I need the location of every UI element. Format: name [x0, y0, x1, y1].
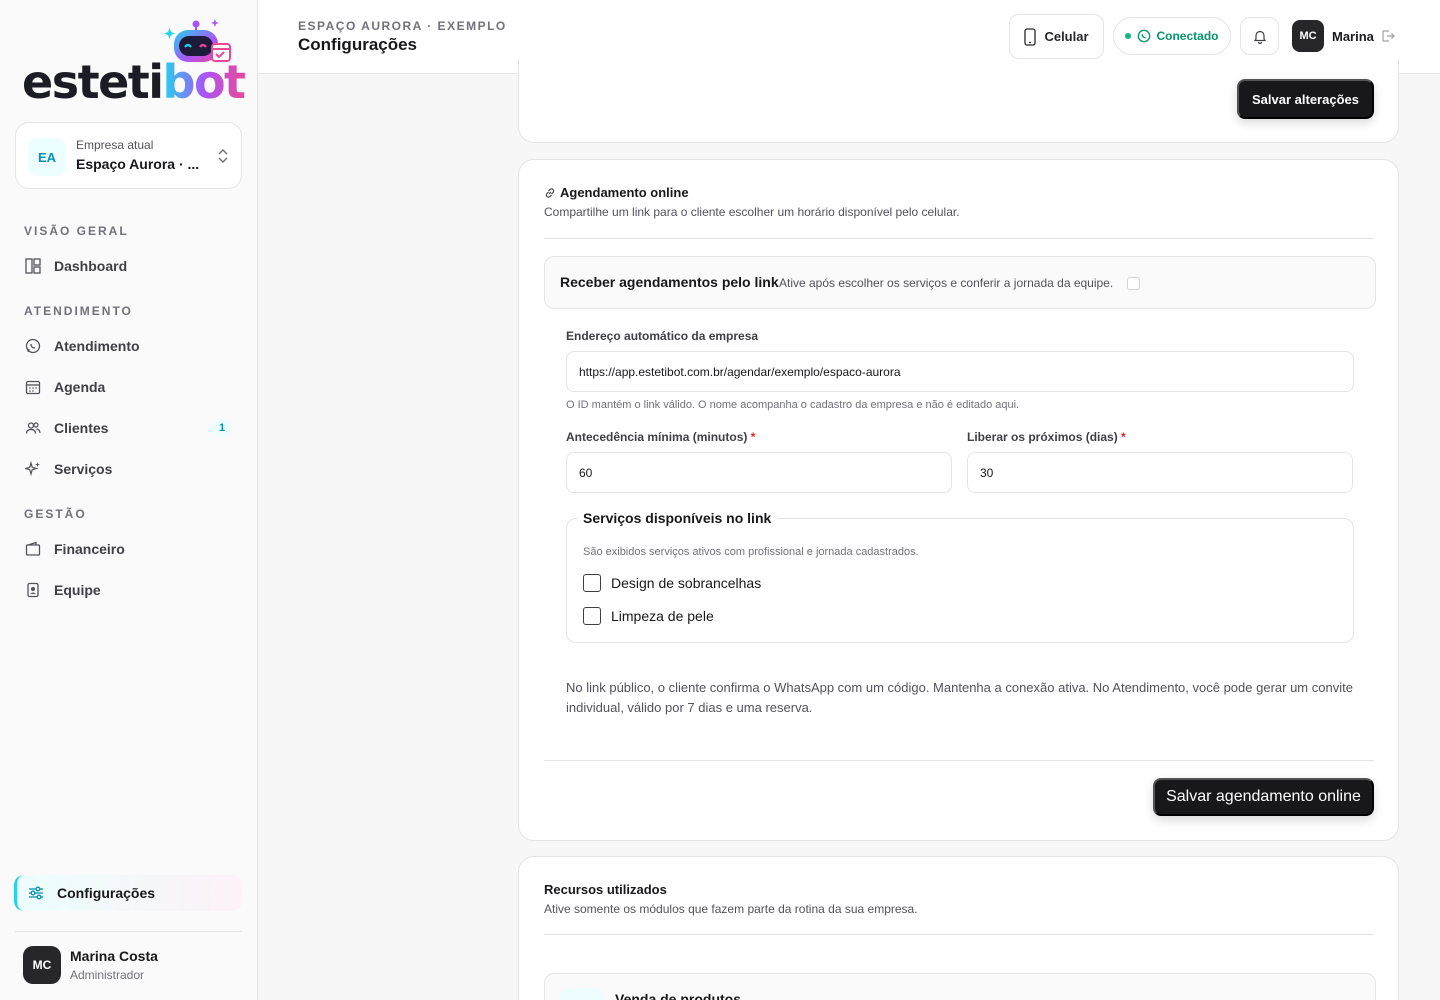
calendar-icon [24, 378, 42, 396]
min-notice-label: Antecedência mínima (minutos) * [566, 430, 756, 444]
chevron-up-down-icon [218, 149, 228, 163]
nav-section-label: VISÃO GERAL [24, 224, 129, 238]
sidebar-item-label: Serviços [54, 461, 113, 477]
users-icon [24, 419, 42, 437]
resources-title: Recursos utilizados [544, 882, 667, 897]
sidebar-item-financeiro[interactable]: Financeiro [14, 531, 242, 567]
divider [544, 934, 1374, 935]
wallet-icon [24, 540, 42, 558]
sidebar-item-equipe[interactable]: Equipe [14, 572, 242, 608]
resources-card: Recursos utilizados Ative somente os mód… [518, 856, 1399, 1000]
user-name: Marina Costa [70, 948, 158, 964]
card-title-text: Agendamento online [560, 185, 689, 200]
services-help: São exibidos serviços ativos com profiss… [583, 546, 919, 558]
days-ahead-label: Liberar os próximos (dias) * [967, 430, 1126, 444]
services-legend: Serviços disponíveis no link [577, 510, 778, 526]
module-row[interactable]: Venda de produtos [544, 973, 1376, 1000]
online-booking-title: Agendamento online [544, 185, 689, 200]
badge-icon [24, 581, 42, 599]
online-booking-subtitle: Compartilhe um link para o cliente escol… [544, 205, 960, 219]
logout-icon[interactable] [1381, 29, 1395, 43]
avatar[interactable]: MC [1292, 20, 1324, 52]
services-fieldset: Serviços disponíveis no link São exibido… [566, 510, 1354, 643]
sidebar-item-configuracoes[interactable]: Configurações [14, 875, 242, 911]
sidebar-item-label: Financeiro [54, 541, 125, 557]
divider [544, 238, 1374, 239]
link-booking-toggle-row[interactable]: Receber agendamentos pelo link Ative apó… [544, 256, 1376, 309]
smartphone-icon [1024, 27, 1037, 46]
breadcrumb: ESPAÇO AURORA · EXEMPLO [298, 19, 507, 33]
page-title: Configurações [298, 35, 418, 54]
avatar: MC [23, 946, 61, 984]
service-checkbox[interactable] [583, 607, 601, 625]
notifications-button[interactable] [1240, 17, 1279, 55]
whatsapp-status-button[interactable]: Conectado [1113, 17, 1231, 55]
whatsapp-icon [24, 337, 42, 355]
address-label: Endereço automático da empresa [566, 329, 759, 343]
nav-section-label: ATENDIMENTO [24, 304, 133, 318]
service-checkbox[interactable] [583, 574, 601, 592]
mobile-preview-label: Celular [1044, 29, 1089, 44]
service-label: Design de sobrancelhas [611, 575, 762, 591]
nav-section-label: GESTÃO [24, 507, 87, 521]
sidebar-item-servicos[interactable]: Serviços [14, 451, 242, 487]
sidebar-item-clientes[interactable]: Clientes 1 [14, 410, 242, 446]
sparkles-icon [24, 460, 42, 478]
sidebar: estetibot EA Empresa atual Espaço Aurora… [0, 0, 258, 1000]
days-ahead-input[interactable]: 30 [967, 452, 1353, 493]
company-switcher[interactable]: EA Empresa atual Espaço Aurora · ... [15, 122, 242, 189]
online-booking-card: Agendamento online Compartilhe um link p… [518, 159, 1399, 841]
mobile-preview-button[interactable]: Celular [1009, 14, 1104, 59]
public-link-note: No link público, o cliente confirma o Wh… [566, 680, 1353, 715]
user-role: Administrador [70, 968, 145, 982]
sidebar-item-dashboard[interactable]: Dashboard [14, 248, 242, 284]
brand-logo[interactable]: estetibot [22, 18, 246, 108]
sidebar-item-label: Clientes [54, 420, 109, 436]
dashboard-icon [24, 257, 42, 275]
sidebar-item-label: Configurações [57, 885, 156, 901]
sliders-icon [27, 884, 45, 902]
company-label: Empresa atual [76, 138, 154, 152]
settings-card-top: Salvar alterações [518, 60, 1399, 143]
module-icon [559, 988, 603, 1000]
company-avatar: EA [28, 138, 66, 176]
sidebar-item-label: Equipe [54, 582, 101, 598]
sidebar-item-label: Agenda [54, 379, 106, 395]
min-notice-input[interactable]: 60 [566, 452, 952, 493]
service-option[interactable]: Limpeza de pele [583, 607, 714, 625]
topbar-user-name[interactable]: Marina [1332, 29, 1374, 44]
address-help: O ID mantém o link válido. O nome acompa… [566, 399, 1020, 411]
whatsapp-status-label: Conectado [1156, 29, 1219, 43]
address-input[interactable]: https://app.estetibot.com.br/agendar/exe… [566, 351, 1354, 392]
save-online-booking-button[interactable]: Salvar agendamento online [1153, 778, 1374, 816]
brand-wordmark: estetibot [22, 55, 246, 109]
sidebar-item-atendimento[interactable]: Atendimento [14, 328, 242, 364]
company-name: Espaço Aurora · ... [76, 156, 200, 172]
link-icon [545, 187, 555, 198]
link-booking-checkbox[interactable] [1127, 277, 1140, 290]
whatsapp-icon [1138, 29, 1151, 43]
sidebar-item-agenda[interactable]: Agenda [14, 369, 242, 405]
toggle-subtitle: Ative após escolher os serviços e confer… [779, 276, 1114, 290]
user-profile[interactable]: MC Marina Costa Administrador [15, 931, 242, 1000]
service-label: Limpeza de pele [611, 608, 714, 624]
service-option[interactable]: Design de sobrancelhas [583, 574, 761, 592]
divider [544, 760, 1374, 761]
resources-subtitle: Ative somente os módulos que fazem parte… [544, 902, 918, 916]
sidebar-item-label: Atendimento [54, 338, 140, 354]
status-dot [1125, 33, 1132, 39]
sidebar-item-label: Dashboard [54, 258, 128, 274]
module-label: Venda de produtos [615, 991, 742, 1000]
save-changes-button[interactable]: Salvar alterações [1237, 79, 1374, 119]
clientes-count-badge: 1 [212, 419, 232, 437]
bell-icon [1253, 30, 1266, 44]
toggle-title: Receber agendamentos pelo link [560, 274, 779, 290]
